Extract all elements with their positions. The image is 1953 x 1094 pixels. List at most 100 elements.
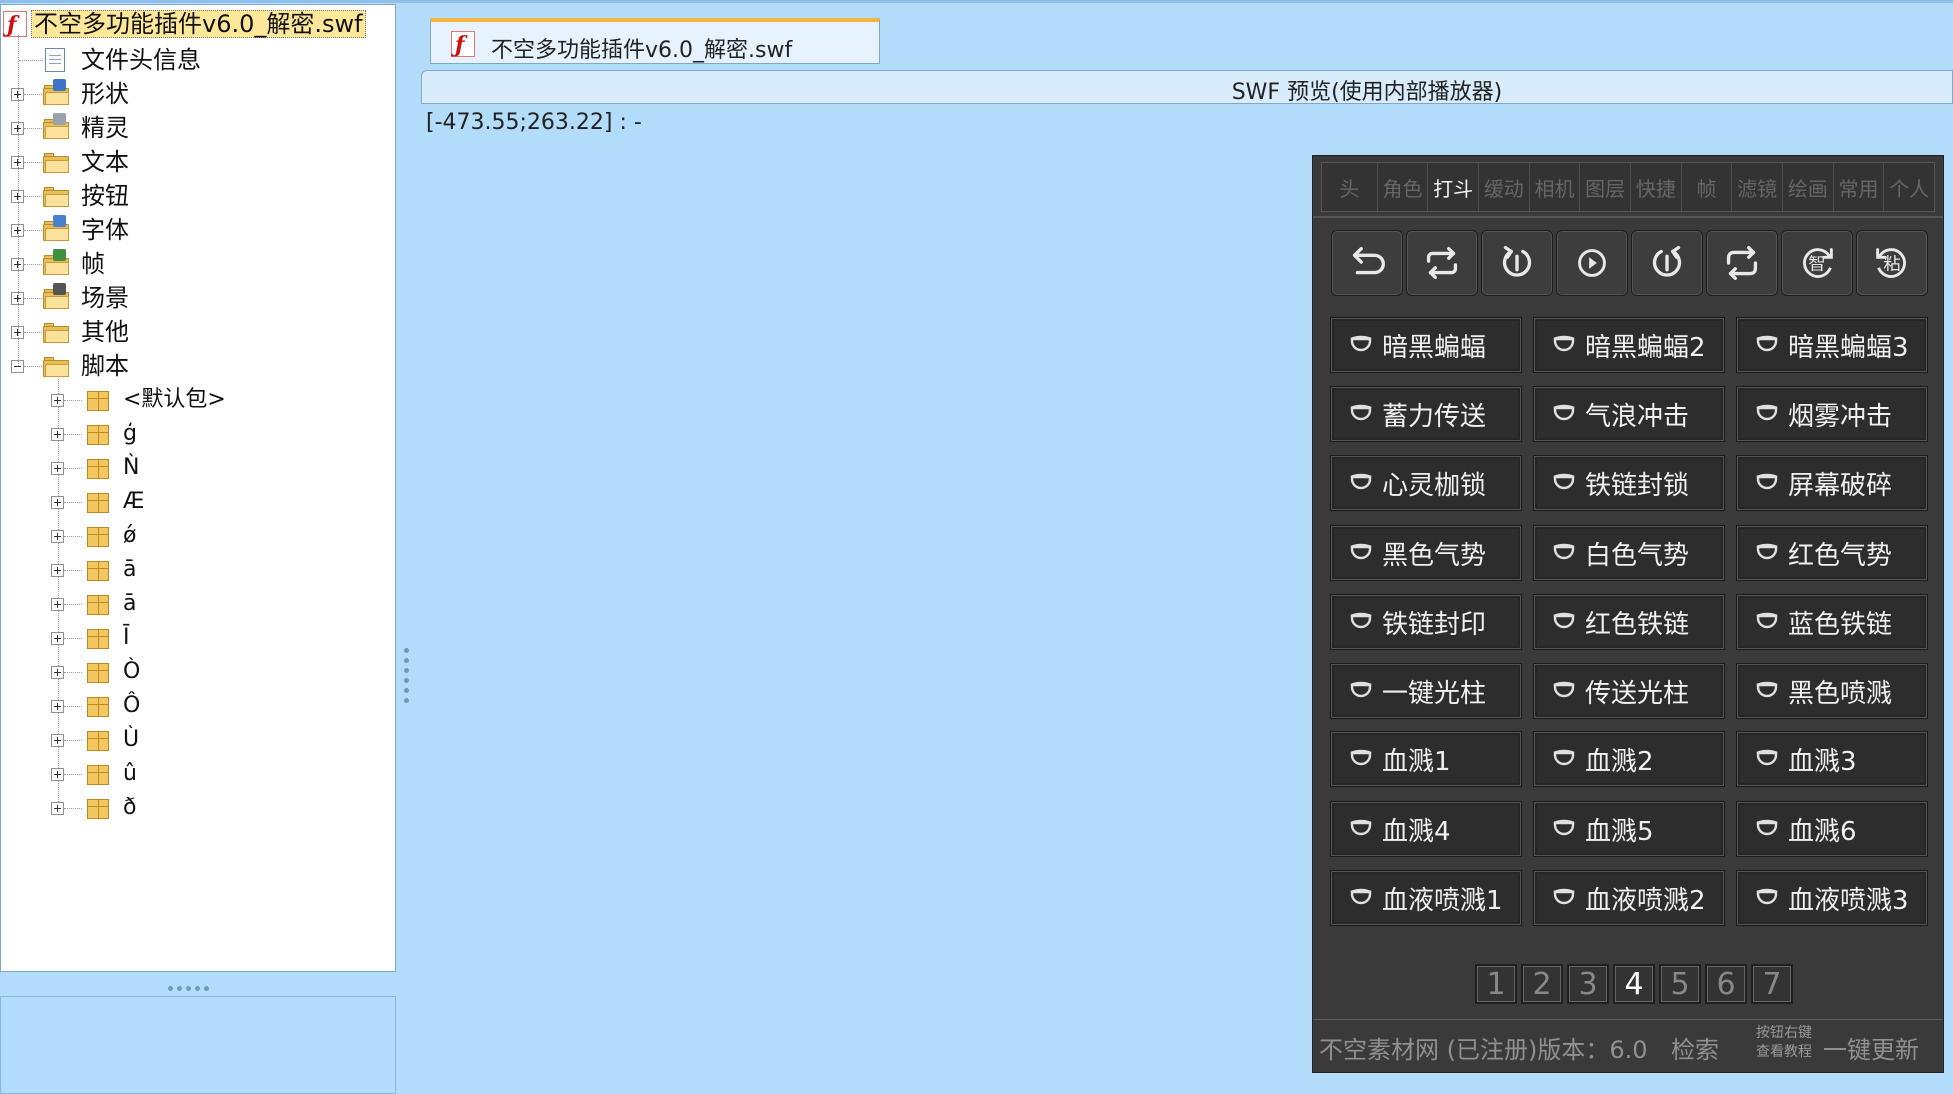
effect-cup-icon	[1553, 888, 1575, 905]
undo-button[interactable]	[1331, 230, 1403, 296]
effect-cup-icon	[1553, 335, 1575, 352]
page-button[interactable]: 5	[1659, 964, 1701, 1004]
effect-button[interactable]: 心灵枷锁	[1331, 456, 1521, 510]
expand-toggle-icon[interactable]	[51, 496, 64, 509]
effect-button[interactable]: 血溅1	[1331, 732, 1521, 786]
expand-toggle-icon[interactable]	[51, 700, 64, 713]
effect-button[interactable]: 血溅6	[1737, 802, 1927, 856]
effect-button[interactable]: 血液喷溅3	[1737, 871, 1927, 925]
plugin-tab[interactable]: 相机	[1530, 163, 1581, 211]
paste-icon: 粘	[1876, 248, 1906, 278]
plugin-tab[interactable]: 滤镜	[1732, 163, 1784, 211]
plugin-tab[interactable]: 图层	[1580, 163, 1631, 211]
plugin-tab[interactable]: 角色	[1378, 163, 1429, 211]
page-button[interactable]: 2	[1521, 964, 1563, 1004]
effect-button[interactable]: 蓝色铁链	[1737, 595, 1927, 649]
frames-folder-icon	[43, 249, 69, 275]
expand-toggle-icon[interactable]	[51, 802, 64, 815]
effect-button[interactable]: 血液喷溅1	[1331, 871, 1521, 925]
page-button[interactable]: 3	[1567, 964, 1609, 1004]
tree-connector	[24, 162, 42, 163]
page-button[interactable]: 4	[1613, 964, 1655, 1004]
play-button[interactable]	[1556, 230, 1628, 296]
tree-connector	[24, 196, 42, 197]
undo-icon	[1352, 246, 1385, 275]
plugin-tab[interactable]: 头	[1322, 163, 1378, 211]
package-label: ā	[123, 591, 137, 616]
plugin-tab[interactable]: 帧	[1682, 163, 1733, 211]
shapes-folder-icon	[43, 79, 69, 105]
expand-toggle-icon[interactable]	[51, 428, 64, 441]
plugin-tab[interactable]: 常用	[1834, 163, 1885, 211]
effect-button[interactable]: 气浪冲击	[1534, 387, 1724, 441]
smart-button[interactable]: 智	[1781, 230, 1853, 296]
expand-toggle-icon[interactable]	[51, 598, 64, 611]
resource-tree[interactable]: ƒ 不空多功能插件v6.0_解密.swf 文件头信息 形状 精灵 文本 按钮 字体帧场景其…	[0, 4, 396, 972]
document-tab[interactable]: ƒ 不空多功能插件v6.0_解密.swf	[430, 18, 880, 64]
expand-toggle-icon[interactable]	[51, 462, 64, 475]
plugin-tab[interactable]: 绘画	[1783, 163, 1834, 211]
effect-cup-icon	[1350, 335, 1372, 352]
effect-button[interactable]: 暗黑蝙蝠2	[1534, 318, 1724, 372]
expand-toggle-icon[interactable]	[51, 734, 64, 747]
effect-button-label: 一键光柱	[1382, 678, 1487, 709]
effect-button[interactable]: 白色气势	[1534, 526, 1724, 580]
expand-toggle-icon[interactable]	[51, 768, 64, 781]
repeat-button[interactable]	[1706, 230, 1778, 296]
effect-button[interactable]: 黑色喷溅	[1737, 664, 1927, 718]
vertical-splitter-grip[interactable]	[404, 648, 409, 703]
plugin-panel: 头角色 打斗 缓动 相机 图层 快捷帧滤镜 绘画 常用 个人 智 粘 暗黑蝙蝠 …	[1312, 155, 1944, 1073]
expand-toggle-icon[interactable]	[51, 666, 64, 679]
effect-button[interactable]: 传送光柱	[1534, 664, 1724, 718]
expand-toggle-icon[interactable]	[51, 564, 64, 577]
tree-connector	[64, 706, 82, 707]
search-link[interactable]: 检索	[1671, 1030, 1719, 1065]
expand-toggle-icon[interactable]	[51, 632, 64, 645]
tree-connector	[24, 94, 42, 95]
plugin-tab[interactable]: 打斗	[1428, 163, 1479, 211]
loop-play-button[interactable]	[1481, 230, 1553, 296]
effect-button[interactable]: 铁链封锁	[1534, 456, 1724, 510]
page-button[interactable]: 7	[1751, 964, 1793, 1004]
expand-toggle-icon[interactable]	[51, 530, 64, 543]
horizontal-splitter-grip[interactable]	[168, 986, 209, 991]
effect-button[interactable]: 血溅2	[1534, 732, 1724, 786]
effect-button-label: 铁链封锁	[1585, 470, 1690, 501]
effect-button[interactable]: 红色气势	[1737, 526, 1927, 580]
package-icon	[85, 421, 111, 447]
footer-site-version[interactable]: 不空素材网 (已注册)版本：6.0	[1319, 1030, 1648, 1065]
tree-root-label[interactable]: 不空多功能插件v6.0_解密.swf	[31, 10, 366, 38]
effect-button[interactable]: 屏幕破碎	[1737, 456, 1927, 510]
plugin-tab[interactable]: 个人	[1884, 163, 1934, 211]
effect-button-label: 黑色喷溅	[1788, 678, 1893, 709]
tree-connector	[24, 332, 42, 333]
page-button[interactable]: 6	[1705, 964, 1747, 1004]
update-link[interactable]: 一键更新	[1823, 1030, 1919, 1065]
effect-button[interactable]: 暗黑蝙蝠	[1331, 318, 1521, 372]
effect-button[interactable]: 烟雾冲击	[1737, 387, 1927, 441]
plugin-tab[interactable]: 快捷	[1631, 163, 1682, 211]
effect-button[interactable]: 暗黑蝙蝠3	[1737, 318, 1927, 372]
effect-button[interactable]: 黑色气势	[1331, 526, 1521, 580]
effect-cup-icon	[1553, 612, 1575, 629]
effect-button[interactable]: 血溅3	[1737, 732, 1927, 786]
effect-button[interactable]: 一键光柱	[1331, 664, 1521, 718]
effect-button[interactable]: 蓄力传送	[1331, 387, 1521, 441]
effect-button-label: 血液喷溅3	[1788, 885, 1909, 916]
effect-button[interactable]: 血溅5	[1534, 802, 1724, 856]
tree-root[interactable]: ƒ 不空多功能插件v6.0_解密.swf	[3, 9, 366, 39]
tree-connector	[64, 468, 82, 469]
effect-button[interactable]: 血液喷溅2	[1534, 871, 1724, 925]
expand-toggle-icon[interactable]	[51, 394, 64, 407]
reverse-loop-button[interactable]	[1631, 230, 1703, 296]
paste-button[interactable]: 粘	[1856, 230, 1928, 296]
page-button[interactable]: 1	[1475, 964, 1517, 1004]
loop-button[interactable]	[1406, 230, 1478, 296]
bottom-info-panel	[0, 996, 396, 1094]
plugin-tab[interactable]: 缓动	[1479, 163, 1530, 211]
package-icon	[85, 659, 111, 685]
effect-button[interactable]: 红色铁链	[1534, 595, 1724, 649]
svg-text:智: 智	[1808, 255, 1825, 275]
effect-button[interactable]: 铁链封印	[1331, 595, 1521, 649]
effect-button[interactable]: 血溅4	[1331, 802, 1521, 856]
